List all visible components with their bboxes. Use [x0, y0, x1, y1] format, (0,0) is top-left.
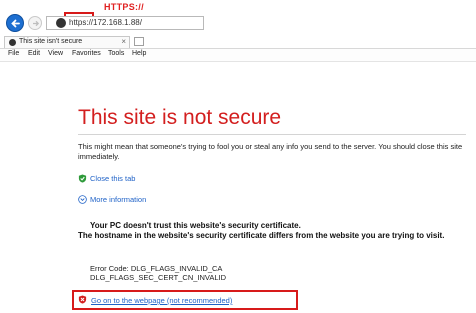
trust-line-1: Your PC doesn't trust this website's sec…: [90, 221, 301, 230]
tab-favicon-icon: [9, 39, 16, 46]
title-divider: [78, 134, 466, 135]
menu-help[interactable]: Help: [132, 50, 146, 57]
trust-line-2: The hostname in the website's security c…: [78, 231, 445, 240]
back-button[interactable]: [6, 14, 24, 32]
warning-description: This might mean that someone's trying to…: [78, 142, 463, 161]
address-url[interactable]: https://172.168.1.88/: [69, 18, 142, 27]
navigation-bar: https://172.168.1.88/: [0, 10, 476, 36]
address-bar[interactable]: https://172.168.1.88/: [46, 16, 204, 30]
new-tab-button[interactable]: [134, 37, 144, 46]
close-tab-label: Close this tab: [90, 174, 136, 183]
forward-arrow-icon: [33, 20, 40, 27]
tab-active[interactable]: This site isn't secure ×: [4, 36, 130, 48]
error-code-secondary: DLG_FLAGS_SEC_CERT_CN_INVALID: [90, 273, 227, 282]
menu-bar: File Edit View Favorites Tools Help: [0, 48, 476, 62]
error-code-block: Error Code: DLG_FLAGS_INVALID_CA DLG_FLA…: [90, 264, 226, 282]
tab-close-icon[interactable]: ×: [121, 37, 126, 46]
menu-tools[interactable]: Tools: [108, 50, 124, 57]
menu-file[interactable]: File: [8, 50, 19, 57]
menu-edit[interactable]: Edit: [28, 50, 40, 57]
error-code-primary: Error Code: DLG_FLAGS_INVALID_CA: [90, 264, 223, 273]
more-information-label: More information: [90, 195, 147, 204]
chevron-down-circle-icon: [78, 195, 87, 204]
go-on-to-webpage-link[interactable]: Go on to the webpage (not recommended): [91, 296, 232, 305]
site-identity-icon: [56, 18, 66, 28]
forward-button[interactable]: [28, 16, 42, 30]
menu-favorites[interactable]: Favorites: [72, 50, 101, 57]
certificate-explanation: Your PC doesn't trust this website's sec…: [78, 221, 470, 241]
shield-check-icon: [78, 174, 87, 183]
back-arrow-icon: [11, 19, 20, 28]
url-host: 172.168.1.88/: [93, 18, 142, 27]
tab-strip: This site isn't secure ×: [0, 36, 476, 48]
page-title: This site is not secure: [78, 106, 282, 129]
shield-x-icon: [78, 295, 87, 304]
tab-title: This site isn't secure: [19, 38, 83, 45]
menu-view[interactable]: View: [48, 50, 63, 57]
url-scheme: https://: [69, 18, 94, 27]
